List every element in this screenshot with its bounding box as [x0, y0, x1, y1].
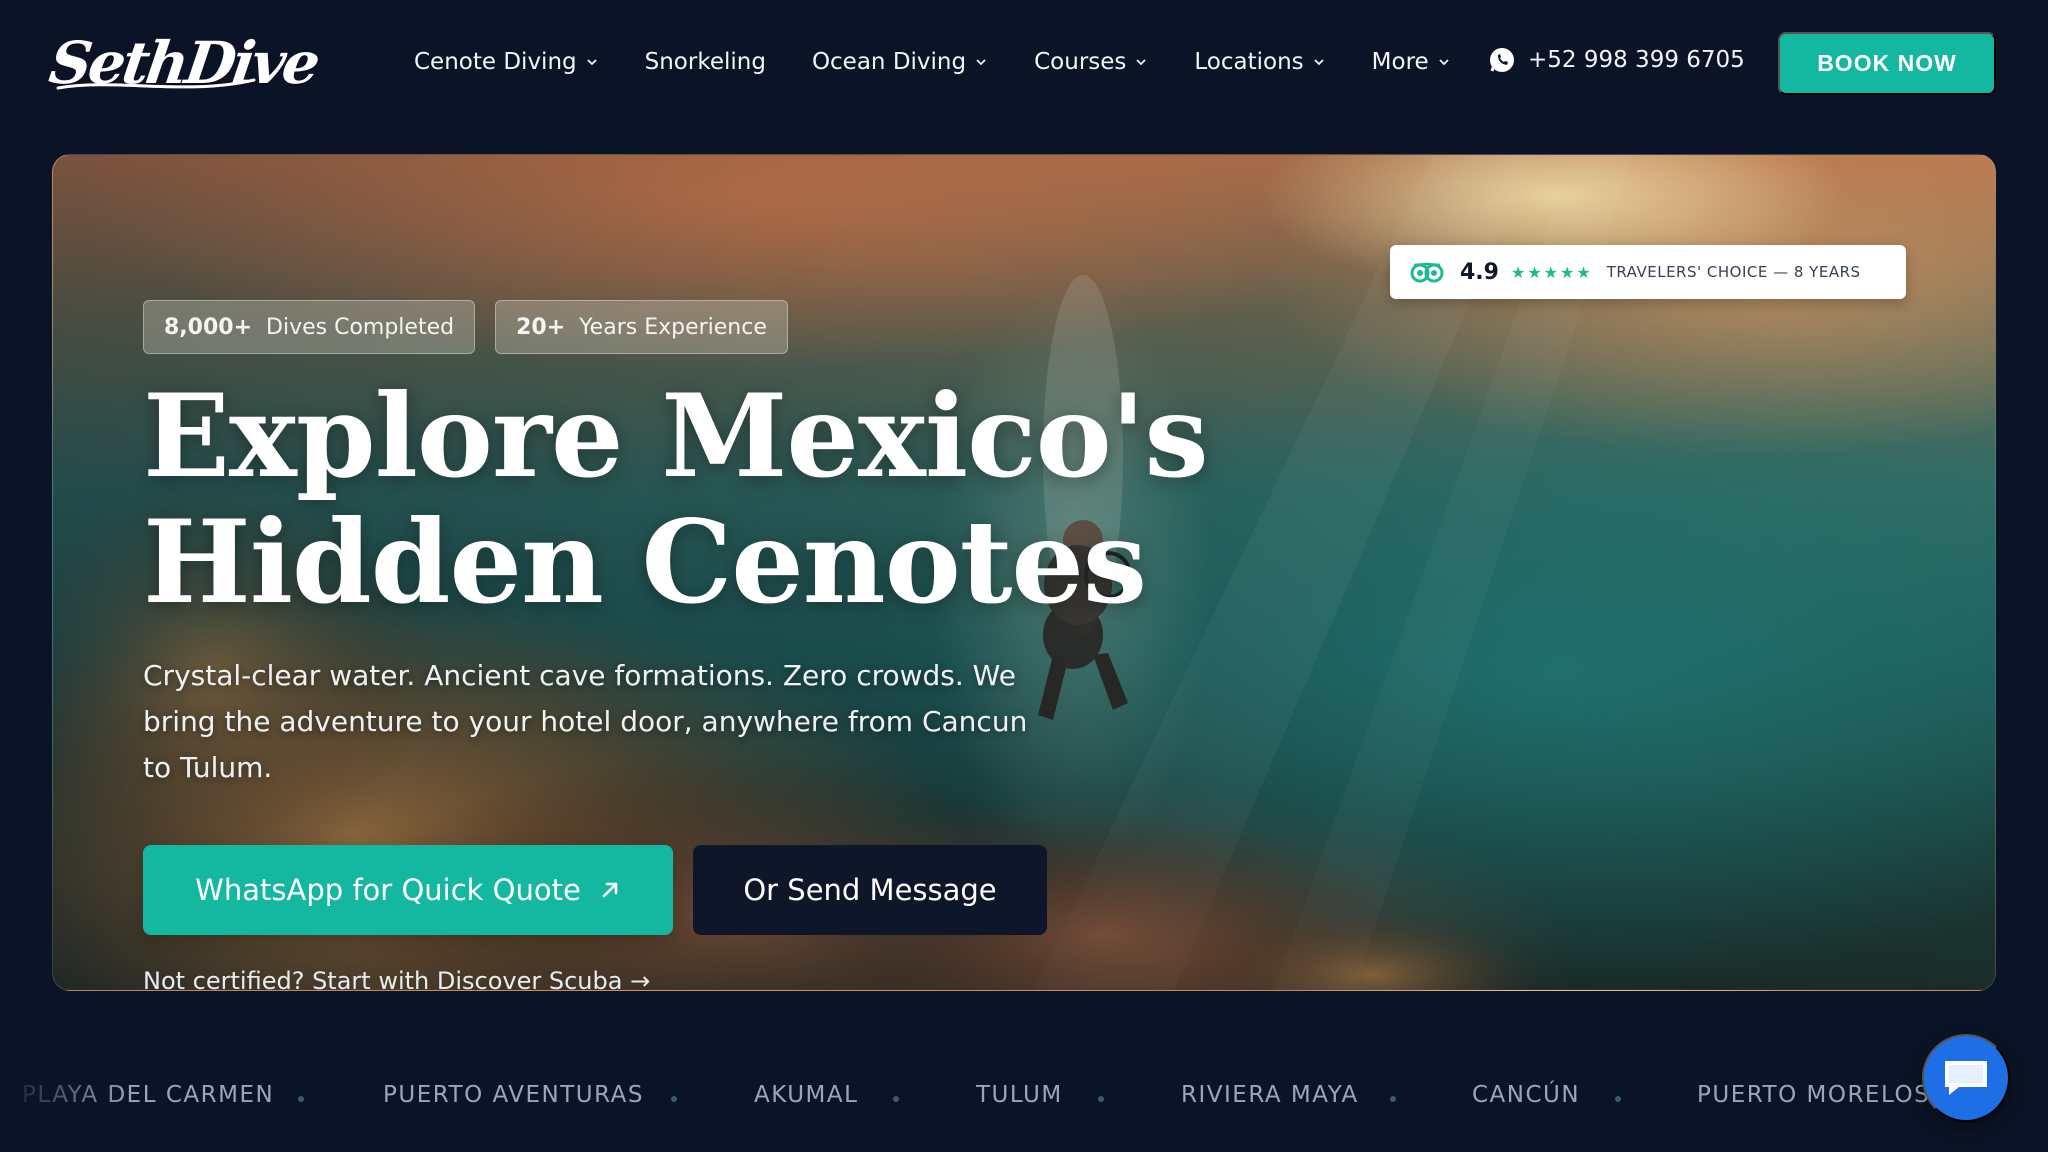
nav-item-courses[interactable]: Courses	[1034, 49, 1148, 75]
hero-title: Explore Mexico's Hidden Cenotes	[143, 373, 1343, 625]
stat-badge-years: 20+ Years Experience	[495, 300, 788, 354]
book-now-button[interactable]: BOOK NOW	[1778, 32, 1996, 95]
ticker-fade	[0, 1050, 130, 1130]
nav-item-snorkeling[interactable]: Snorkeling	[645, 49, 766, 75]
discover-scuba-link[interactable]: Not certified? Start with Discover Scuba…	[143, 967, 650, 990]
stat-value: 20+	[516, 314, 566, 340]
location-item[interactable]: CANCÚN	[1472, 1082, 1580, 1108]
nav-item-label: Ocean Diving	[811, 49, 967, 75]
locations-ticker: PLAYA DEL CARMEN PUERTO AVENTURAS AKUMAL…	[0, 1064, 2048, 1128]
separator-dot	[1390, 1096, 1396, 1102]
cta-primary-label: WhatsApp for Quick Quote	[195, 873, 581, 907]
location-item[interactable]: PUERTO AVENTURAS	[383, 1082, 644, 1108]
phone-link[interactable]: +52 998 399 6705	[1488, 46, 1745, 74]
main-nav: Cenote Diving Snorkeling Ocean Diving Co…	[414, 42, 1497, 82]
nav-item-label: Snorkeling	[644, 49, 766, 75]
nav-item-label: Courses	[1034, 49, 1127, 75]
rating-label: TRAVELERS' CHOICE — 8 YEARS	[1606, 263, 1861, 281]
location-item[interactable]: RIVIERA MAYA	[1181, 1082, 1359, 1108]
rating-stars-icon: ★★★★★	[1510, 262, 1593, 282]
hero-title-line-2: Hidden Cenotes	[143, 495, 1147, 629]
send-message-button[interactable]: Or Send Message	[693, 845, 1047, 935]
stat-value: 8,000+	[164, 314, 253, 340]
stat-badges: 8,000+ Dives Completed 20+ Years Experie…	[143, 300, 808, 354]
location-item[interactable]: TULUM	[976, 1082, 1063, 1108]
page: SethDive Cenote Diving Snorkeling Ocean …	[0, 0, 2048, 1152]
nav-item-label: Cenote Diving	[414, 49, 577, 75]
logo[interactable]: SethDive	[45, 22, 321, 104]
chat-widget-button[interactable]	[1922, 1034, 2010, 1122]
hero-title-line-1: Explore Mexico's	[143, 369, 1209, 503]
cta-row: WhatsApp for Quick Quote Or Send Message	[143, 845, 1047, 935]
hero-subtitle: Crystal-clear water. Ancient cave format…	[143, 659, 1028, 784]
chevron-down-icon	[1136, 59, 1147, 66]
stat-badge-dives: 8,000+ Dives Completed	[143, 300, 476, 354]
chevron-down-icon	[1439, 59, 1449, 66]
chevron-down-icon	[976, 59, 986, 66]
nav-item-cenote-diving[interactable]: Cenote Diving	[414, 49, 599, 75]
nav-item-label: Locations	[1194, 49, 1304, 75]
nav-item-ocean-diving[interactable]: Ocean Diving	[812, 49, 988, 75]
tripadvisor-rating-card[interactable]: 4.9 ★★★★★ TRAVELERS' CHOICE — 8 YEARS	[1390, 245, 1906, 299]
location-item[interactable]: AKUMAL	[754, 1082, 858, 1108]
stat-label: Years Experience	[579, 314, 767, 340]
tripadvisor-owl-icon	[1410, 262, 1444, 283]
separator-dot	[298, 1096, 304, 1102]
whatsapp-quote-button[interactable]: WhatsApp for Quick Quote	[143, 845, 673, 935]
chevron-down-icon	[586, 59, 597, 66]
chevron-down-icon	[1314, 59, 1324, 66]
separator-dot	[1098, 1096, 1104, 1102]
phone-number: +52 998 399 6705	[1528, 47, 1745, 73]
nav-item-more[interactable]: More	[1372, 49, 1451, 75]
separator-dot	[671, 1096, 677, 1102]
location-item[interactable]: PUERTO MORELOS	[1697, 1082, 1930, 1108]
site-header: SethDive Cenote Diving Snorkeling Ocean …	[0, 0, 2048, 126]
chat-icon	[1945, 1061, 1987, 1095]
nav-item-label: More	[1371, 49, 1429, 75]
nav-item-locations[interactable]: Locations	[1194, 49, 1325, 75]
logo-swoosh-icon	[56, 78, 256, 90]
whatsapp-icon	[1490, 48, 1514, 72]
separator-dot	[893, 1096, 899, 1102]
arrow-up-right-icon	[602, 882, 618, 898]
hero-section: 8,000+ Dives Completed 20+ Years Experie…	[52, 154, 1996, 991]
stat-label: Dives Completed	[266, 314, 455, 340]
rating-value: 4.9	[1460, 259, 1499, 285]
separator-dot	[1615, 1096, 1621, 1102]
